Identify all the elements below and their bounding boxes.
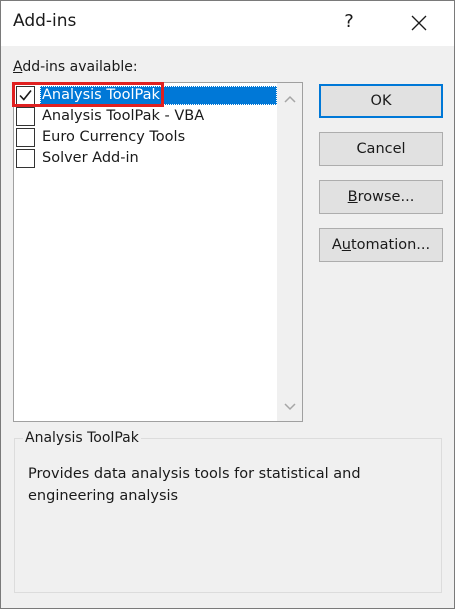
ok-button[interactable]: OK bbox=[319, 84, 443, 118]
automation-label-rest: tomation... bbox=[350, 237, 431, 253]
browse-label: rowse... bbox=[357, 189, 415, 205]
automation-accelerator: u bbox=[341, 237, 351, 253]
list-item-label: Euro Currency Tools bbox=[42, 129, 186, 145]
browse-button[interactable]: Browse... bbox=[319, 180, 443, 214]
help-button[interactable]: ? bbox=[339, 9, 359, 35]
checkbox-analysis-toolpak[interactable] bbox=[16, 86, 35, 105]
description-text: Provides data analysis tools for statist… bbox=[28, 466, 361, 504]
list-item-label: Analysis ToolPak - VBA bbox=[42, 108, 205, 124]
chevron-up-icon bbox=[284, 95, 296, 103]
browse-accelerator: B bbox=[347, 189, 358, 205]
checkbox-analysis-toolpak-vba[interactable] bbox=[16, 107, 35, 126]
description-group: Analysis ToolPak Provides data analysis … bbox=[14, 430, 442, 593]
scroll-up-button[interactable] bbox=[278, 89, 302, 109]
dialog-title: Add-ins bbox=[13, 11, 77, 31]
add-ins-available-label: Add-ins available: bbox=[13, 59, 138, 75]
chevron-down-icon bbox=[284, 403, 296, 411]
add-ins-list: Analysis ToolPak Analysis ToolPak - VBA … bbox=[12, 82, 277, 169]
cancel-button[interactable]: Cancel bbox=[319, 132, 443, 166]
add-ins-dialog: Add-ins ? Add-ins available: Analysis To… bbox=[0, 0, 455, 609]
list-item-label: Solver Add-in bbox=[42, 150, 139, 166]
scroll-down-button[interactable] bbox=[278, 397, 302, 417]
automation-label-start: A bbox=[331, 237, 342, 253]
close-button[interactable] bbox=[404, 9, 434, 37]
label-text: dd-ins available: bbox=[22, 59, 138, 75]
title-bar: Add-ins ? bbox=[1, 1, 454, 46]
add-ins-listbox[interactable]: Analysis ToolPak Analysis ToolPak - VBA … bbox=[12, 82, 303, 422]
label-accelerator: A bbox=[13, 59, 23, 75]
list-item-label: Analysis ToolPak bbox=[40, 86, 277, 105]
close-icon bbox=[411, 15, 427, 31]
check-icon bbox=[19, 90, 32, 101]
list-item-euro-currency-tools[interactable]: Euro Currency Tools bbox=[14, 127, 277, 148]
list-item-analysis-toolpak[interactable]: Analysis ToolPak bbox=[12, 82, 277, 107]
description-title: Analysis ToolPak bbox=[23, 430, 141, 446]
list-item-analysis-toolpak-vba[interactable]: Analysis ToolPak - VBA bbox=[14, 106, 277, 127]
list-scrollbar[interactable] bbox=[277, 83, 302, 421]
automation-button[interactable]: Au tomation... bbox=[319, 228, 443, 262]
list-item-solver-add-in[interactable]: Solver Add-in bbox=[14, 148, 277, 169]
checkbox-euro-currency-tools[interactable] bbox=[16, 128, 35, 147]
checkbox-solver-add-in[interactable] bbox=[16, 149, 35, 168]
